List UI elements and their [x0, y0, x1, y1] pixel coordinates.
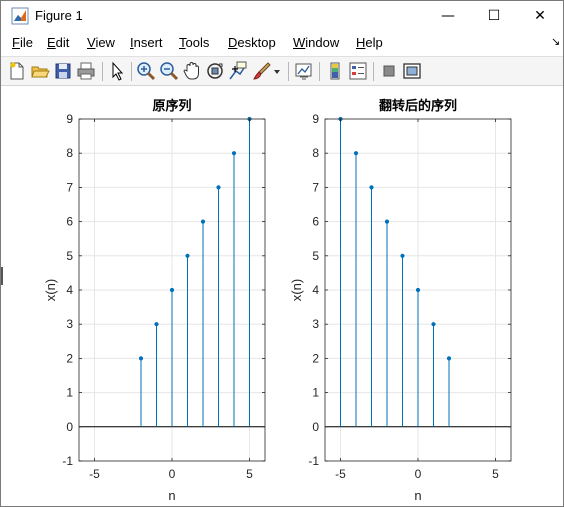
- data-cursor-icon[interactable]: [228, 61, 248, 81]
- y-tick-label: 3: [66, 317, 73, 331]
- show-plot-tools-icon[interactable]: [402, 61, 422, 81]
- pan-hand-icon[interactable]: [182, 61, 202, 81]
- menu-view[interactable]: View: [87, 35, 115, 50]
- menu-insert[interactable]: Insert: [130, 35, 163, 50]
- hide-plot-tools-icon[interactable]: [379, 61, 399, 81]
- y-tick-label: 6: [312, 215, 319, 229]
- stem-marker: [200, 219, 206, 224]
- stem-plots: -1 0 1 2 3 4 5 6 7 8 9 -5 0 5 原序列 n x(n) -1 0 1 2 3 4 5 6 7 8 9 -5 0 5…: [43, 98, 512, 503]
- y-tick-label: 6: [66, 215, 73, 229]
- y-tick-label: 4: [66, 283, 73, 297]
- stem-marker: [369, 185, 374, 190]
- y-tick-label: 7: [312, 180, 319, 194]
- figure-toolbar: [1, 56, 563, 86]
- colorbar-icon[interactable]: [325, 61, 345, 81]
- x-axis-label: n: [414, 488, 421, 503]
- brush-icon[interactable]: [252, 61, 272, 81]
- x-tick-label: 5: [246, 467, 253, 481]
- stem-marker: [231, 151, 237, 156]
- minimize-icon: —: [441, 8, 455, 24]
- axes-1[interactable]: -1 0 1 2 3 4 5 6 7 8 9 -5 0 5 原序列 n x(n): [43, 98, 266, 503]
- print-icon[interactable]: [76, 61, 96, 81]
- stem-marker: [154, 322, 159, 327]
- y-tick-label: 1: [66, 386, 73, 400]
- stem-marker: [384, 219, 390, 224]
- y-tick-label: 5: [312, 249, 319, 263]
- x-tick-label: 0: [169, 467, 176, 481]
- y-tick-label: 2: [312, 351, 319, 365]
- y-tick-label: 8: [312, 146, 319, 160]
- zoom-out-icon[interactable]: [159, 61, 179, 81]
- maximize-icon: ☐: [487, 8, 501, 24]
- stem-marker: [138, 356, 144, 361]
- close-icon: ✕: [534, 8, 546, 24]
- close-button[interactable]: ✕: [517, 1, 563, 31]
- stem-marker: [169, 287, 175, 293]
- stem-marker: [415, 287, 421, 293]
- y-tick-label: 4: [312, 283, 319, 297]
- stem-marker: [431, 322, 436, 327]
- menubar-dock-arrow-icon[interactable]: ↘: [551, 35, 560, 48]
- y-tick-label: 1: [312, 386, 319, 400]
- stem-marker: [400, 253, 405, 258]
- toolbar-separator: [102, 62, 103, 81]
- menu-help[interactable]: Help: [356, 35, 383, 50]
- figure-window: Figure 1 — ☐ ✕ File Edit View Insert Too…: [0, 0, 564, 507]
- zoom-in-icon[interactable]: [136, 61, 156, 81]
- edit-plot-arrow-icon[interactable]: [107, 61, 127, 81]
- toolbar-separator: [288, 62, 289, 81]
- menu-bar: File Edit View Insert Tools Desktop Wind…: [1, 32, 563, 54]
- brush-dropdown-icon[interactable]: [272, 61, 282, 81]
- rotate-3d-icon[interactable]: [205, 61, 225, 81]
- y-tick-label: -1: [308, 454, 319, 468]
- menu-file[interactable]: File: [12, 35, 33, 50]
- y-tick-label: 7: [66, 180, 73, 194]
- window-title: Figure 1: [35, 8, 83, 23]
- y-tick-label: 9: [66, 112, 73, 126]
- y-tick-label: 2: [66, 351, 73, 365]
- axes-title: 翻转后的序列: [379, 98, 457, 114]
- y-tick-label: 0: [312, 420, 319, 434]
- toolbar-separator: [373, 62, 374, 81]
- y-tick-label: 8: [66, 146, 73, 160]
- figure-canvas[interactable]: -1 0 1 2 3 4 5 6 7 8 9 -5 0 5 原序列 n x(n) -1 0 1 2 3 4 5 6 7 8 9 -5 0 5…: [1, 87, 563, 506]
- y-tick-label: 3: [312, 317, 319, 331]
- maximize-button[interactable]: ☐: [471, 1, 517, 31]
- toolbar-separator: [319, 62, 320, 81]
- new-figure-icon[interactable]: [7, 61, 27, 81]
- minimize-button[interactable]: —: [425, 1, 471, 31]
- legend-icon[interactable]: [348, 61, 368, 81]
- menu-edit[interactable]: Edit: [47, 35, 69, 50]
- toolbar-separator: [131, 62, 132, 81]
- x-tick-label: 0: [415, 467, 422, 481]
- link-plot-icon[interactable]: [294, 61, 314, 81]
- x-tick-label: -5: [89, 467, 100, 481]
- y-tick-label: 9: [312, 112, 319, 126]
- x-tick-label: 5: [492, 467, 499, 481]
- title-bar[interactable]: Figure 1 — ☐ ✕: [1, 1, 563, 31]
- y-tick-label: 0: [66, 420, 73, 434]
- stem-marker: [216, 185, 221, 190]
- axes-title: 原序列: [152, 98, 191, 114]
- stem-marker: [185, 253, 190, 258]
- x-tick-label: -5: [335, 467, 346, 481]
- stem-marker: [353, 151, 359, 156]
- axes-2[interactable]: -1 0 1 2 3 4 5 6 7 8 9 -5 0 5 翻转后的序列 n x(n): [289, 98, 512, 503]
- menu-tools[interactable]: Tools: [179, 35, 209, 50]
- menu-window[interactable]: Window: [293, 35, 339, 50]
- open-file-icon[interactable]: [30, 61, 50, 81]
- x-axis-label: n: [168, 488, 175, 503]
- y-axis-label: x(n): [43, 279, 58, 301]
- y-tick-label: 5: [66, 249, 73, 263]
- save-icon[interactable]: [53, 61, 73, 81]
- y-tick-label: -1: [62, 454, 73, 468]
- stem-marker: [446, 356, 452, 361]
- menu-desktop[interactable]: Desktop: [228, 35, 276, 50]
- matlab-logo-icon: [11, 7, 29, 25]
- y-axis-label: x(n): [289, 279, 304, 301]
